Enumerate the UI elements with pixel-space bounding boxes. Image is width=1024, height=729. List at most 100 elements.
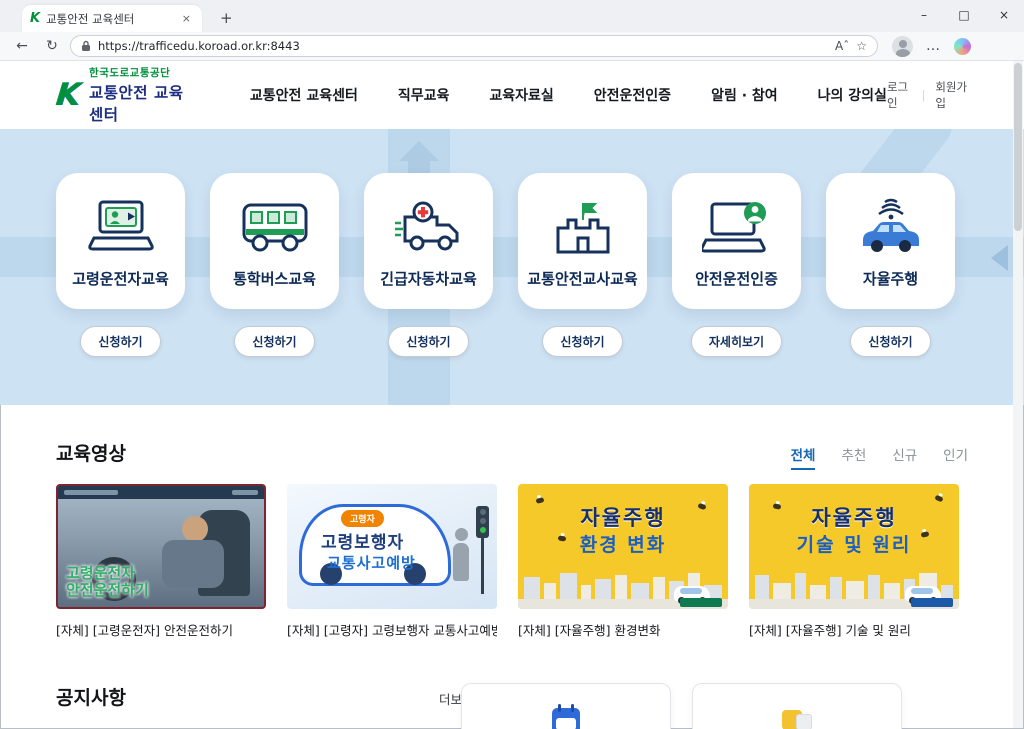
hero-button-row: 신청하기 신청하기 신청하기 신청하기 자세히보기 신청하기 <box>56 326 955 357</box>
thumb-subtitle: 교통사고예방 <box>327 552 416 573</box>
site-logo[interactable]: K 한국도로교통공단 교통안전 교육센터 <box>56 65 186 125</box>
tab-popular[interactable]: 인기 <box>943 444 968 470</box>
new-tab-button[interactable]: + <box>214 9 239 27</box>
apply-button-senior-driver[interactable]: 신청하기 <box>80 326 160 357</box>
video-thumbnail-autonomous-technology[interactable]: 자율주행 기술 및 원리 <box>749 484 959 609</box>
tab-close-icon[interactable]: × <box>179 12 194 25</box>
video-caption[interactable]: [자체] [자율주행] 기술 및 원리 <box>749 620 959 639</box>
hero-card-title: 고령운전자교육 <box>72 268 169 289</box>
close-button[interactable]: × <box>984 0 1024 32</box>
hero-card-title: 자율주행 <box>863 268 918 289</box>
video-card[interactable]: 고령운전자 안전운전하기 [자체] [고령운전자] 안전운전하기 <box>56 484 266 639</box>
minimize-button[interactable]: – <box>904 0 944 32</box>
browser-tab[interactable]: K 교통안전 교육센터 × <box>22 5 202 32</box>
signup-link[interactable]: 회원가입 <box>935 79 968 111</box>
url-text[interactable]: https://trafficedu.koroad.or.kr:8443 <box>98 39 828 53</box>
tab-new[interactable]: 신규 <box>892 444 917 470</box>
hero-banner: 고령운전자교육 통학버스교육 긴급자동차교육 교통안전교사교육 <box>0 129 1024 405</box>
hero-card-emergency-vehicle[interactable]: 긴급자동차교육 <box>364 173 493 309</box>
window-controls: – □ × <box>904 0 1024 32</box>
apply-button-emergency-vehicle[interactable]: 신청하기 <box>388 326 468 357</box>
hero-card-title: 통학버스교육 <box>233 268 316 289</box>
nav-item-notice-participation[interactable]: 알림 · 참여 <box>711 85 778 105</box>
thumb-title: 자율주행 <box>518 502 728 532</box>
video-thumbnail-pedestrian-safety[interactable]: 고령자 고령보행자 교통사고예방 <box>287 484 497 609</box>
nav-item-resources[interactable]: 교육자료실 <box>489 85 553 105</box>
school-building-icon <box>551 194 615 260</box>
hero-card-safe-driving-cert[interactable]: 안전운전인증 <box>672 173 801 309</box>
address-bar[interactable]: https://trafficedu.koroad.or.kr:8443 Aˆ … <box>70 35 878 57</box>
apply-button-autonomous-driving[interactable]: 신청하기 <box>850 326 930 357</box>
certified-driver-icon <box>702 194 772 260</box>
tab-all[interactable]: 전체 <box>791 444 816 470</box>
page-scrollbar[interactable] <box>1013 61 1023 728</box>
autonomous-car-icon <box>855 194 927 260</box>
auth-divider: | <box>921 88 925 102</box>
notice-section-title: 공지사항 <box>56 683 126 710</box>
thumb-corner-label <box>911 598 953 607</box>
video-caption[interactable]: [자체] [자율주행] 환경변화 <box>518 620 728 639</box>
main-navigation: 교통안전 교육센터 직무교육 교육자료실 안전운전인증 알림 · 참여 나의 강… <box>250 85 887 105</box>
logo-site-name: 교통안전 교육센터 <box>89 81 186 125</box>
toolbar-right-icons: … <box>892 36 971 57</box>
thumb-badge: 고령자 <box>341 510 384 527</box>
logo-org-name: 한국도로교통공단 <box>89 65 186 80</box>
nav-item-my-classroom[interactable]: 나의 강의실 <box>818 85 887 105</box>
hero-card-autonomous-driving[interactable]: 자율주행 <box>826 173 955 309</box>
back-button[interactable]: ← <box>10 38 34 54</box>
video-card[interactable]: 자율주행 기술 및 원리 [자체] [자율주행] 기술 및 원리 <box>749 484 959 639</box>
senior-driver-elearning-icon <box>88 194 154 260</box>
auth-links: 로그인 | 회원가입 <box>887 79 968 111</box>
video-caption[interactable]: [자체] [고령운전자] 안전운전하기 <box>56 620 266 639</box>
login-link[interactable]: 로그인 <box>887 79 912 111</box>
browser-menu-icon[interactable]: … <box>926 38 941 54</box>
thumb-title: 고령보행자 <box>321 528 404 553</box>
nav-item-job-training[interactable]: 직무교육 <box>398 85 450 105</box>
quick-card-calendar[interactable] <box>461 683 671 729</box>
video-caption[interactable]: [자체] [고령자] 고령보행자 교통사고예방 <box>287 620 497 639</box>
pedestrian-graphic <box>453 528 469 582</box>
nav-item-education-center[interactable]: 교통안전 교육센터 <box>250 85 358 105</box>
hero-card-teacher-education[interactable]: 교통안전교사교육 <box>518 173 647 309</box>
maximize-button[interactable]: □ <box>944 0 984 32</box>
tab-title: 교통안전 교육센터 <box>46 11 173 27</box>
favorite-star-icon[interactable]: ☆ <box>856 39 867 53</box>
hero-card-school-bus[interactable]: 통학버스교육 <box>210 173 339 309</box>
detail-button-safe-driving-cert[interactable]: 자세히보기 <box>691 326 782 357</box>
hero-card-title: 교통안전교사교육 <box>527 268 637 289</box>
carousel-prev-icon[interactable] <box>991 245 1008 271</box>
hero-card-title: 긴급자동차교육 <box>380 268 477 289</box>
video-card[interactable]: 고령자 고령보행자 교통사고예방 [자체] [고령자] 고령보행자 교통사고예방 <box>287 484 497 639</box>
tab-recommended[interactable]: 추천 <box>841 444 866 470</box>
site-info-lock-icon[interactable] <box>81 40 91 52</box>
thumb-subtitle: 환경 변화 <box>518 530 728 557</box>
road-arrow-icon <box>399 141 439 161</box>
hero-card-row: 고령운전자교육 통학버스교육 긴급자동차교육 교통안전교사교육 <box>56 173 955 309</box>
ambulance-icon <box>393 194 465 260</box>
browser-tab-strip: K 교통안전 교육센터 × + – □ × <box>0 0 1024 32</box>
video-filter-tabs: 전체 추천 신규 인기 <box>791 444 968 470</box>
video-card[interactable]: 자율주행 환경 변화 [자체] [자율주행] 환경변화 <box>518 484 728 639</box>
video-thumbnail-autonomous-environment[interactable]: 자율주행 환경 변화 <box>518 484 728 609</box>
traffic-light-graphic <box>476 506 489 538</box>
profile-avatar[interactable] <box>892 36 913 57</box>
site-favicon-icon: K <box>30 11 40 26</box>
scrollbar-thumb[interactable] <box>1014 63 1022 231</box>
site-header: K 한국도로교통공단 교통안전 교육센터 교통안전 교육센터 직무교육 교육자료… <box>0 61 1024 129</box>
logo-text: 한국도로교통공단 교통안전 교육센터 <box>89 65 186 125</box>
nav-item-safe-driving-cert[interactable]: 안전운전인증 <box>594 85 671 105</box>
video-thumbnail-senior-driving[interactable]: 고령운전자 안전운전하기 <box>56 484 266 609</box>
apply-button-school-bus[interactable]: 신청하기 <box>234 326 314 357</box>
refresh-button[interactable]: ↻ <box>40 38 64 54</box>
apply-button-teacher-education[interactable]: 신청하기 <box>542 326 622 357</box>
thumb-corner-label <box>680 598 722 607</box>
school-bus-icon <box>240 194 310 260</box>
read-aloud-icon[interactable]: Aˆ <box>835 39 849 53</box>
hero-card-title: 안전운전인증 <box>695 268 778 289</box>
hero-card-senior-driver[interactable]: 고령운전자교육 <box>56 173 185 309</box>
documents-icon <box>782 708 812 729</box>
quick-card-documents[interactable] <box>692 683 902 729</box>
copilot-icon[interactable] <box>954 38 971 55</box>
notice-section: 공지사항 더보기 + (조치완료) '어린이통학버스교육' 주소검색 오류 안내… <box>0 683 1024 729</box>
browser-window: K 교통안전 교육센터 × + – □ × ← ↻ https://traffi… <box>0 0 1024 729</box>
